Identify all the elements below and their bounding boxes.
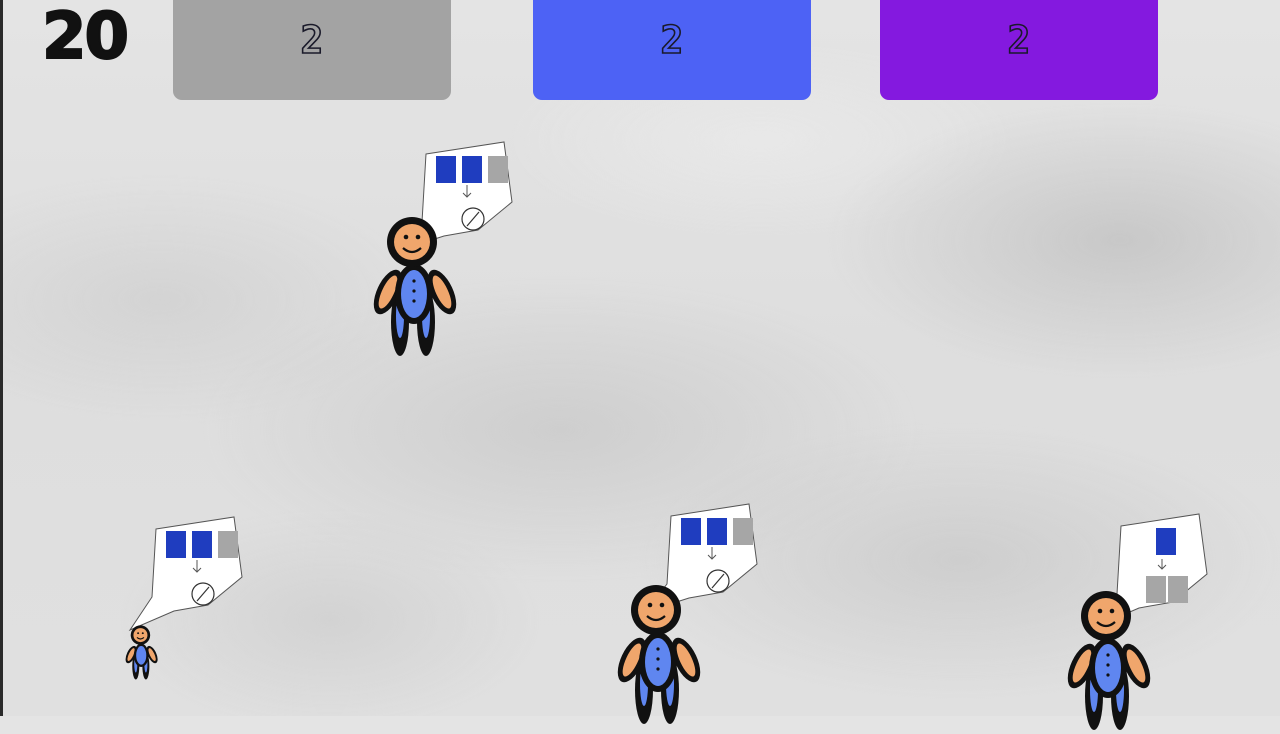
order-block-blue [462,156,482,183]
order-block-blue [707,518,727,545]
panel-gray-count: 2 [300,17,324,63]
person-body [125,625,158,680]
person-body [617,585,701,724]
order-block-blue [436,156,456,183]
order-block-gray [218,531,238,558]
score-counter: 20 [41,0,130,74]
order-block-blue [192,531,212,558]
customer-character[interactable] [1064,590,1156,734]
customer-character[interactable] [370,216,462,360]
person-body [1067,591,1151,730]
order-block-gray [1168,576,1188,603]
panel-purple-count: 2 [1007,17,1031,63]
order-block-gray [488,156,508,183]
customer-character[interactable] [614,584,706,728]
panel-blue[interactable]: 2 [533,0,811,100]
order-block-blue [681,518,701,545]
order-block-blue [1156,528,1176,555]
person-body [373,217,457,356]
panel-gray[interactable]: 2 [173,0,451,100]
panel-purple[interactable]: 2 [880,0,1158,100]
order-block-blue [166,531,186,558]
customer-character[interactable] [124,625,160,681]
panel-blue-count: 2 [660,17,684,63]
speech-bubble [128,516,243,632]
left-border [0,0,3,716]
order-block-gray [733,518,753,545]
